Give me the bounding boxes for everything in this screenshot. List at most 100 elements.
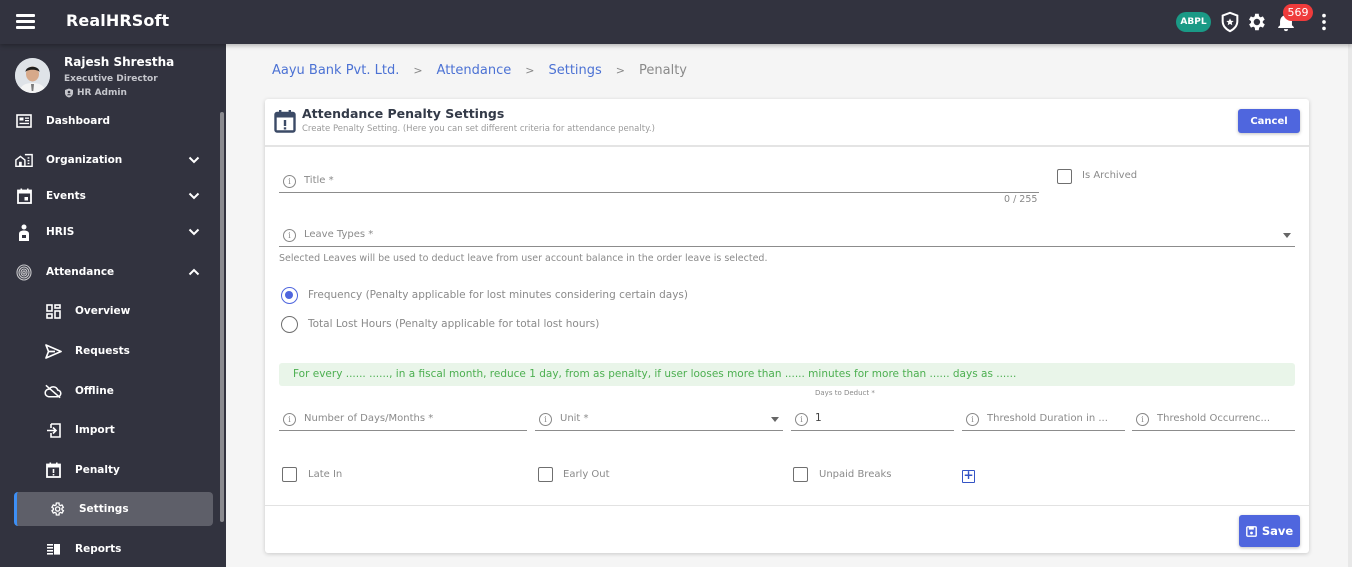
org-badge[interactable]: ABPL	[1176, 12, 1211, 32]
info-icon: i	[283, 413, 296, 426]
breadcrumb-separator: >	[525, 64, 535, 77]
leave-types-select[interactable]: i Leave Types *	[279, 225, 1295, 247]
user-role: Executive Director	[64, 74, 158, 84]
card-title: Attendance Penalty Settings	[302, 106, 505, 121]
dropdown-arrow-icon	[771, 417, 779, 422]
save-button[interactable]: Save	[1239, 515, 1300, 547]
title-field[interactable]: i Title *	[279, 171, 1039, 193]
sidebar-subitem-reports[interactable]: Reports	[0, 532, 218, 566]
info-icon: i	[283, 229, 296, 242]
breadcrumb-attendance[interactable]: Attendance	[437, 63, 512, 78]
sidebar-subitem-import[interactable]: Import	[0, 413, 218, 447]
sidebar-item-events[interactable]: Events	[0, 179, 218, 213]
sidebar-subitem-requests[interactable]: Requests	[0, 334, 218, 368]
sidebar-item-attendance[interactable]: Attendance	[0, 255, 218, 289]
late-in-checkbox[interactable]	[282, 467, 297, 482]
sidebar-item-organization[interactable]: Organization	[0, 143, 218, 177]
sidebar-scrollbar[interactable]	[220, 112, 224, 522]
sidebar-subitem-settings[interactable]: Settings	[14, 492, 213, 526]
add-rule-button[interactable]: +	[962, 469, 975, 483]
send-icon	[44, 342, 62, 360]
breadcrumb-organization[interactable]: Aayu Bank Pvt. Ltd.	[272, 63, 399, 78]
number-of-days-field[interactable]: i Number of Days/Months *	[279, 409, 527, 431]
title-placeholder: Title *	[304, 175, 334, 186]
sidebar-item-label: HRIS	[46, 226, 75, 238]
leave-types-hint: Selected Leaves will be used to deduct l…	[279, 253, 768, 264]
calendar-alert-icon	[44, 461, 62, 479]
sidebar-subitem-overview[interactable]: Overview	[0, 294, 218, 328]
save-button-label: Save	[1261, 524, 1294, 538]
info-icon: i	[1136, 413, 1149, 426]
import-icon	[44, 421, 62, 439]
fingerprint-icon	[15, 263, 33, 281]
sidebar-item-label: Events	[46, 190, 86, 202]
calendar-alert-icon	[274, 110, 296, 133]
threshold-duration-placeholder: Threshold Duration in ...	[987, 413, 1108, 424]
avatar	[15, 58, 50, 93]
sidebar-item-label: Import	[75, 424, 115, 436]
sidebar-item-label: Offline	[75, 385, 114, 397]
early-out-checkbox[interactable]	[538, 467, 553, 482]
sidebar-item-label: Attendance	[46, 266, 115, 278]
total-lost-hours-radio[interactable]	[281, 316, 298, 333]
sidebar-item-label: Dashboard	[46, 115, 111, 127]
unpaid-breaks-checkbox[interactable]	[793, 467, 808, 482]
shield-star-icon[interactable]	[1219, 11, 1241, 33]
user-name: Rajesh Shrestha	[64, 55, 175, 69]
days-to-deduct-field[interactable]: Days to Deduct * i 1	[791, 389, 954, 431]
cancel-button[interactable]: Cancel	[1238, 109, 1300, 133]
card-subtitle: Create Penalty Setting. (Here you can se…	[302, 124, 655, 134]
grid-icon	[44, 302, 62, 320]
breadcrumb-current: Penalty	[639, 63, 687, 78]
more-vert-icon[interactable]	[1313, 11, 1335, 33]
app-title: RealHRSoft	[66, 11, 170, 30]
unit-select[interactable]: i Unit *	[535, 409, 783, 431]
breadcrumb-settings[interactable]: Settings	[548, 63, 601, 78]
is-archived-label: Is Archived	[1082, 170, 1138, 181]
unpaid-breaks-label: Unpaid Breaks	[819, 469, 892, 480]
card-footer-divider	[265, 505, 1309, 506]
reports-icon	[44, 540, 62, 558]
user-permission-label: HR Admin	[77, 88, 127, 98]
cloud-off-icon	[44, 382, 62, 400]
sidebar-item-label: Reports	[75, 543, 122, 555]
frequency-radio-label: Frequency (Penalty applicable for lost m…	[308, 289, 688, 301]
threshold-occurrence-field[interactable]: i Threshold Occurrenc...	[1132, 409, 1295, 431]
page-scrollbar-track[interactable]	[1348, 44, 1352, 567]
menu-icon[interactable]	[16, 14, 35, 29]
breadcrumb: Aayu Bank Pvt. Ltd. > Attendance > Setti…	[272, 63, 687, 78]
info-icon: i	[283, 175, 296, 188]
user-profile[interactable]: Rajesh Shrestha Executive Director HR Ad…	[0, 44, 226, 110]
frequency-radio[interactable]	[281, 287, 298, 304]
threshold-duration-field[interactable]: i Threshold Duration in ...	[962, 409, 1125, 431]
sidebar-item-dashboard[interactable]: Dashboard	[0, 104, 218, 138]
penalty-settings-card: Attendance Penalty Settings Create Penal…	[265, 99, 1309, 553]
is-archived-checkbox[interactable]	[1057, 169, 1072, 184]
top-bar: RealHRSoft ABPL 569	[0, 0, 1352, 44]
unit-placeholder: Unit *	[560, 413, 589, 424]
chevron-down-icon[interactable]	[187, 225, 201, 239]
chevron-down-icon[interactable]	[187, 153, 201, 167]
admin-shield-icon	[65, 88, 73, 98]
sidebar-subitem-offline[interactable]: Offline	[0, 374, 218, 408]
chevron-down-icon[interactable]	[187, 189, 201, 203]
early-out-label: Early Out	[563, 469, 610, 480]
organization-icon	[15, 151, 33, 169]
chevron-up-icon[interactable]	[187, 265, 201, 279]
user-permission: HR Admin	[64, 88, 127, 98]
save-icon	[1245, 525, 1257, 537]
number-of-days-placeholder: Number of Days/Months *	[304, 413, 434, 424]
notification-count-badge: 569	[1283, 4, 1313, 21]
info-icon: i	[966, 413, 979, 426]
breadcrumb-separator: >	[615, 64, 626, 77]
gear-icon	[48, 500, 66, 518]
days-to-deduct-value: 1	[815, 412, 822, 424]
sidebar-subitem-penalty[interactable]: Penalty	[0, 453, 218, 487]
dashboard-icon	[15, 112, 33, 130]
person-badge-icon	[15, 223, 33, 241]
info-icon: i	[539, 413, 552, 426]
leave-types-placeholder: Leave Types *	[304, 229, 374, 240]
gear-icon[interactable]	[1245, 11, 1267, 33]
sidebar-item-hris[interactable]: HRIS	[0, 215, 218, 249]
sidebar-item-label: Penalty	[75, 464, 120, 476]
